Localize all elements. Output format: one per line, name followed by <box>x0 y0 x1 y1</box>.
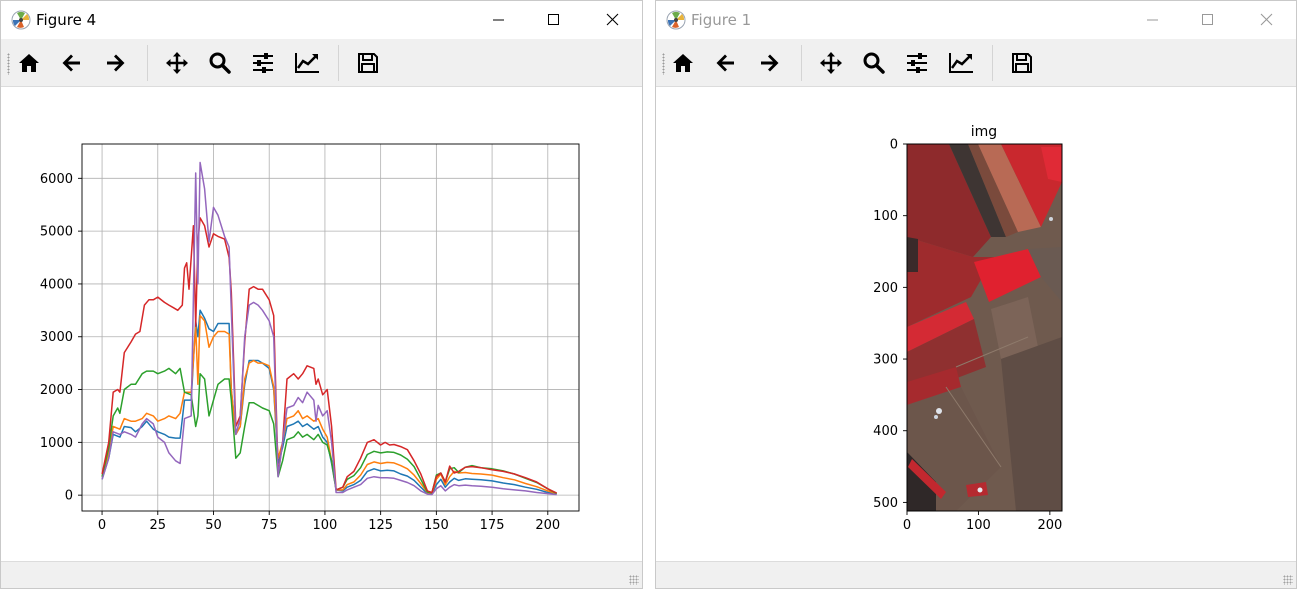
x-tick-label: 25 <box>150 518 167 533</box>
back-icon <box>716 54 734 72</box>
toolbar-separator <box>338 45 339 81</box>
save-icon <box>358 53 378 73</box>
title-bar[interactable]: Figure 1 <box>656 1 1296 39</box>
x-tick-label: 0 <box>903 518 911 533</box>
minimize-button[interactable] <box>1130 1 1176 39</box>
x-tick-label: 125 <box>368 518 393 533</box>
zoom-button[interactable] <box>858 49 890 77</box>
x-tick-label: 150 <box>424 518 449 533</box>
status-bar <box>1 561 642 588</box>
close-button[interactable] <box>1244 1 1290 39</box>
zoom-icon <box>863 52 885 74</box>
toolbar-separator <box>147 45 148 81</box>
x-tick-label: 100 <box>966 518 991 533</box>
zoom-icon <box>209 52 231 74</box>
back-button[interactable] <box>710 49 742 77</box>
y-tick-label: 6000 <box>40 172 73 187</box>
configure-subplots-icon <box>253 53 273 73</box>
x-tick-label: 75 <box>261 518 278 533</box>
minimize-button[interactable] <box>476 1 522 39</box>
maximize-button[interactable] <box>531 1 577 39</box>
edit-axis-button[interactable] <box>944 49 976 77</box>
figure-window-right: Figure 1 img 0 100 200 0 100 200 300 400… <box>655 0 1297 589</box>
pan-icon <box>166 52 188 74</box>
save-icon <box>1012 53 1032 73</box>
plot-title: img <box>971 124 997 140</box>
pan-button[interactable] <box>815 49 847 77</box>
matplotlib-app-icon <box>666 10 686 30</box>
size-grip[interactable] <box>629 575 639 585</box>
x-tick-label: 100 <box>313 518 338 533</box>
forward-button[interactable] <box>99 49 131 77</box>
edit-axis-icon <box>295 53 319 73</box>
close-button[interactable] <box>590 1 636 39</box>
y-tick-label: 3000 <box>40 330 73 345</box>
x-tick-label: 175 <box>480 518 505 533</box>
y-tick-label: 200 <box>873 281 898 296</box>
back-icon <box>62 54 80 72</box>
home-button[interactable] <box>667 49 699 77</box>
forward-button[interactable] <box>753 49 785 77</box>
window-gap <box>643 0 655 589</box>
window-title: Figure 4 <box>36 11 97 29</box>
size-grip[interactable] <box>1283 575 1293 585</box>
toolbar-grip[interactable] <box>662 53 665 75</box>
matplotlib-app-icon <box>11 10 31 30</box>
title-bar[interactable]: Figure 4 <box>1 1 642 39</box>
image-plot[interactable]: img 0 100 2000100200300400500 <box>656 87 1296 563</box>
home-icon <box>673 54 693 72</box>
toolbar-grip[interactable] <box>7 53 10 75</box>
navigation-toolbar <box>1 39 642 87</box>
hyperspectral-image <box>907 144 1062 511</box>
configure-subplots-button[interactable] <box>901 49 933 77</box>
y-tick-label: 4000 <box>40 277 73 292</box>
y-tick-label: 0 <box>890 138 898 153</box>
pan-icon <box>820 52 842 74</box>
y-tick-label: 1000 <box>40 436 73 451</box>
edit-axis-button[interactable] <box>290 49 322 77</box>
x-tick-label: 50 <box>205 518 222 533</box>
y-tick-label: 100 <box>873 209 898 224</box>
toolbar-separator <box>992 45 993 81</box>
figure-canvas[interactable]: img 0 100 200 0 100 200 300 400 500 <box>656 87 1296 563</box>
navigation-toolbar <box>656 39 1296 87</box>
y-tick-label: 2000 <box>40 383 73 398</box>
x-tick-label: 200 <box>1037 518 1062 533</box>
figure-canvas[interactable]: 0 25 50 75 100 125 150 175 200 0 1000 2000 3000 4000 5… <box>1 87 642 563</box>
y-tick-label: 400 <box>873 424 898 439</box>
configure-subplots-icon <box>907 53 927 73</box>
y-tick-label: 500 <box>873 496 898 511</box>
maximize-button[interactable] <box>1185 1 1231 39</box>
home-icon <box>19 54 39 72</box>
back-button[interactable] <box>56 49 88 77</box>
y-tick-label: 300 <box>873 353 898 368</box>
save-button[interactable] <box>1006 49 1038 77</box>
home-button[interactable] <box>13 49 45 77</box>
forward-icon <box>761 54 779 72</box>
configure-subplots-button[interactable] <box>247 49 279 77</box>
line-chart[interactable]: 0 25 50 75 100 125 150 175 200010002000300040005… <box>1 87 642 563</box>
x-tick-label: 0 <box>98 518 106 533</box>
forward-icon <box>107 54 125 72</box>
toolbar-separator <box>801 45 802 81</box>
edit-axis-icon <box>949 53 973 73</box>
y-tick-label: 0 <box>65 489 73 504</box>
x-tick-label: 200 <box>535 518 560 533</box>
y-tick-label: 5000 <box>40 225 73 240</box>
status-bar <box>656 561 1296 588</box>
save-button[interactable] <box>352 49 384 77</box>
pan-button[interactable] <box>161 49 193 77</box>
figure-window-left: Figure 4 0 25 50 75 100 125 150 175 200 … <box>0 0 643 589</box>
zoom-button[interactable] <box>204 49 236 77</box>
window-title: Figure 1 <box>691 11 752 29</box>
